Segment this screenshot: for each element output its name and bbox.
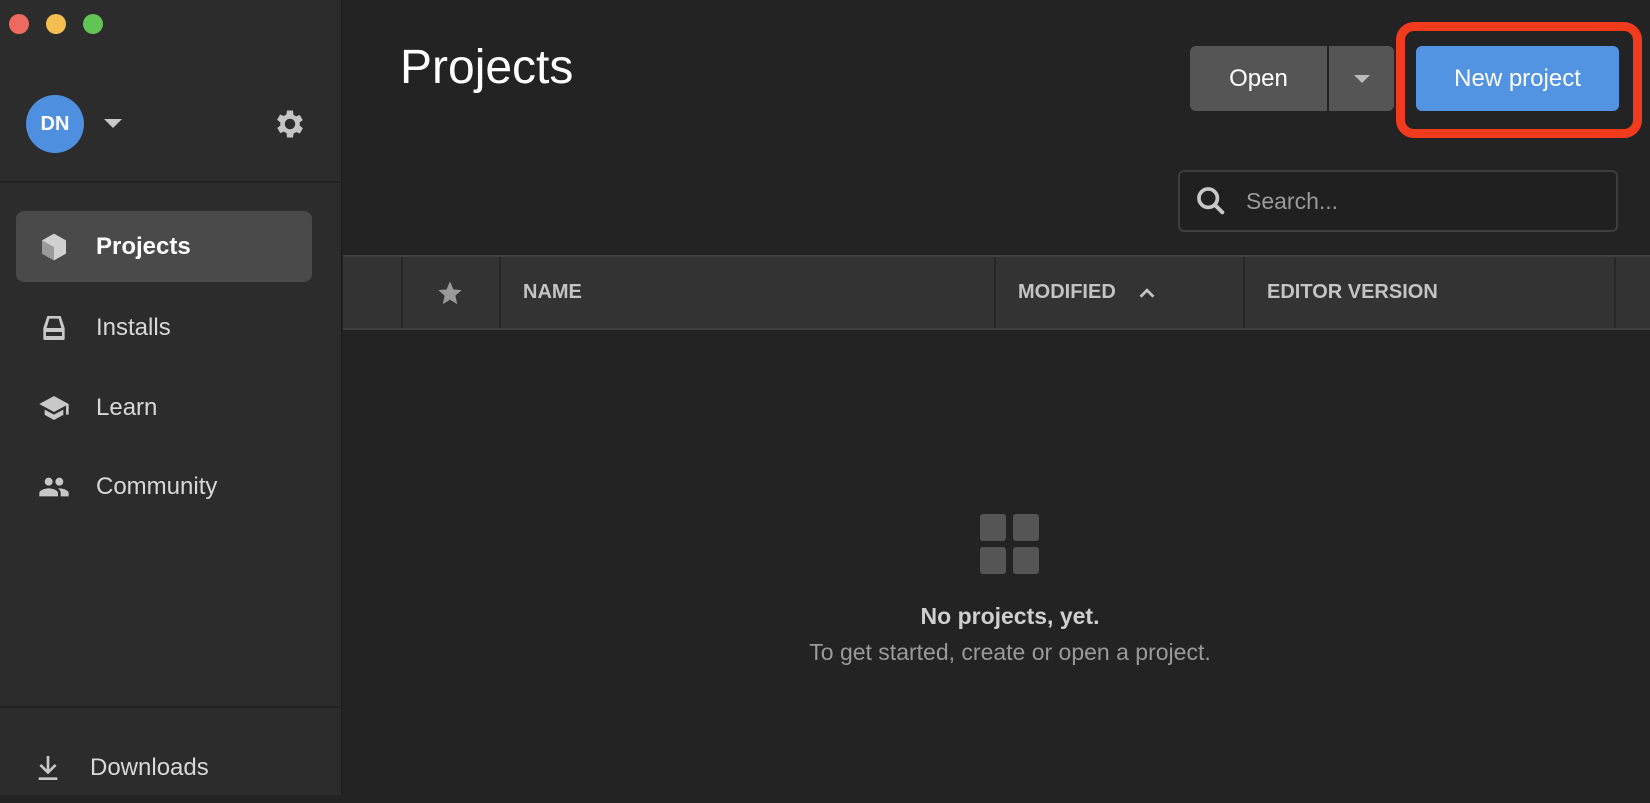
new-project-button[interactable]: New project	[1416, 46, 1619, 111]
window-close-button[interactable]	[9, 14, 29, 34]
sidebar-item-installs[interactable]: Installs	[16, 292, 312, 363]
downloads-label: Downloads	[90, 753, 209, 781]
column-label: NAME	[523, 281, 582, 303]
favorite-column-header[interactable]	[401, 257, 497, 328]
window-zoom-button[interactable]	[83, 14, 103, 34]
sidebar-item-label: Learn	[96, 393, 158, 421]
account-dropdown-icon[interactable]	[104, 119, 122, 128]
sidebar-item-label: Installs	[96, 313, 171, 341]
table-header: NAME MODIFIED EDITOR VERSION	[343, 255, 1650, 330]
sidebar-item-label: Community	[96, 472, 218, 500]
search-box[interactable]	[1178, 170, 1618, 232]
sidebar-item-learn[interactable]: Learn	[16, 372, 312, 443]
column-header-modified[interactable]: MODIFIED	[994, 257, 1242, 328]
column-header-editor-version[interactable]: EDITOR VERSION	[1243, 257, 1616, 328]
chevron-down-icon	[1353, 74, 1370, 83]
empty-state-title: No projects, yet.	[920, 603, 1100, 629]
empty-state-subtitle: To get started, create or open a project…	[809, 639, 1211, 665]
avatar[interactable]: DN	[26, 95, 84, 153]
column-header-name[interactable]: NAME	[499, 257, 993, 328]
cube-icon	[42, 233, 66, 260]
column-label: MODIFIED	[1018, 281, 1116, 303]
open-dropdown-button[interactable]	[1329, 46, 1394, 111]
gear-icon[interactable]	[272, 106, 308, 142]
sidebar: DN Projects Installs Learn Community Dow…	[0, 0, 342, 795]
page-title: Projects	[400, 41, 574, 94]
sidebar-item-projects[interactable]: Projects	[16, 211, 312, 282]
sidebar-item-community[interactable]: Community	[16, 451, 312, 522]
column-label: EDITOR VERSION	[1267, 281, 1438, 303]
graduation-cap-icon	[39, 395, 69, 420]
open-button[interactable]: Open	[1190, 46, 1327, 111]
star-icon	[438, 280, 462, 304]
drive-icon	[43, 315, 65, 340]
window-minimize-button[interactable]	[46, 14, 66, 34]
people-icon	[39, 477, 69, 496]
sidebar-item-label: Projects	[96, 232, 191, 260]
downloads-button[interactable]: Downloads	[10, 732, 306, 803]
search-input[interactable]	[1246, 187, 1606, 215]
grid-icon	[980, 514, 1039, 574]
sort-ascending-icon	[1139, 287, 1155, 298]
download-icon	[38, 755, 58, 780]
sidebar-divider	[0, 181, 342, 183]
search-icon	[1197, 187, 1225, 215]
sidebar-divider	[0, 706, 342, 708]
